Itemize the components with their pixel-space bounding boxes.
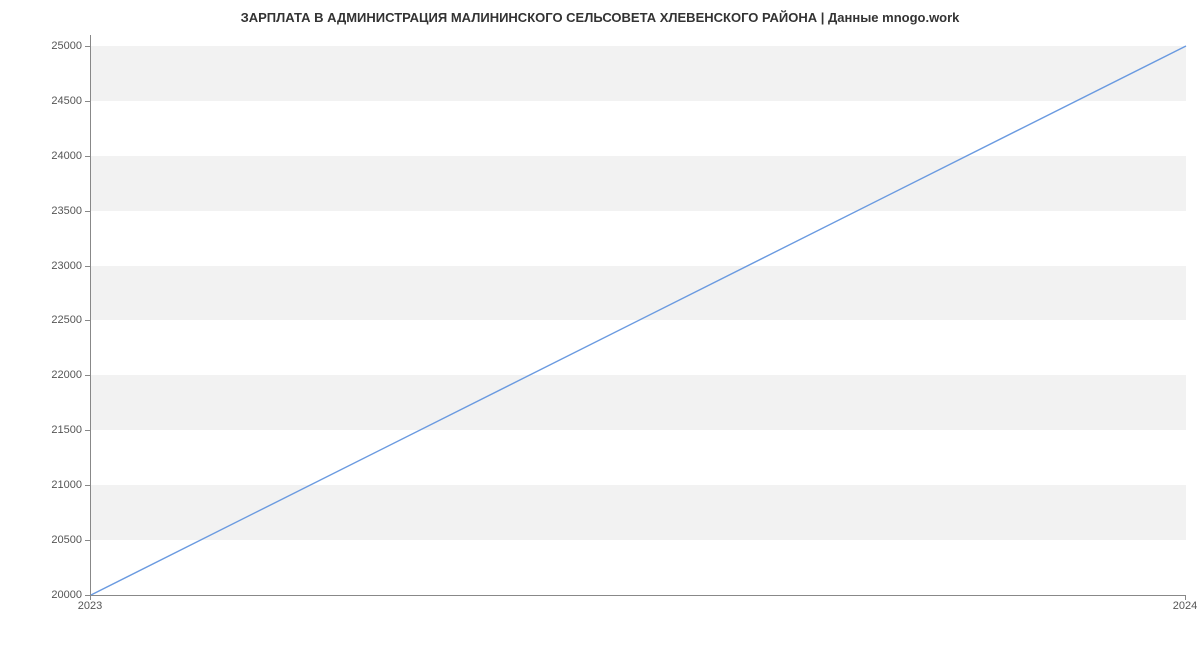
y-tick-label: 23500 — [32, 205, 82, 217]
y-tick-mark — [85, 430, 90, 431]
x-tick-mark — [1185, 595, 1186, 600]
y-tick-label: 21000 — [32, 479, 82, 491]
y-tick-label: 24000 — [32, 150, 82, 162]
y-tick-label: 22500 — [32, 314, 82, 326]
y-tick-label: 22000 — [32, 369, 82, 381]
plot-area — [90, 35, 1186, 596]
y-tick-mark — [85, 101, 90, 102]
y-tick-label: 20500 — [32, 534, 82, 546]
y-tick-label: 20000 — [32, 589, 82, 601]
line-series — [91, 35, 1186, 595]
y-tick-mark — [85, 320, 90, 321]
y-tick-mark — [85, 46, 90, 47]
y-tick-mark — [85, 211, 90, 212]
x-tick-label: 2023 — [78, 600, 102, 612]
chart-title: ЗАРПЛАТА В АДМИНИСТРАЦИЯ МАЛИНИНСКОГО СЕ… — [0, 0, 1200, 25]
y-tick-mark — [85, 485, 90, 486]
y-tick-label: 23000 — [32, 260, 82, 272]
y-tick-mark — [85, 540, 90, 541]
y-tick-label: 24500 — [32, 95, 82, 107]
y-tick-label: 21500 — [32, 424, 82, 436]
x-tick-mark — [90, 595, 91, 600]
y-tick-mark — [85, 375, 90, 376]
y-tick-mark — [85, 266, 90, 267]
y-tick-mark — [85, 156, 90, 157]
x-tick-label: 2024 — [1173, 600, 1197, 612]
y-tick-label: 25000 — [32, 40, 82, 52]
